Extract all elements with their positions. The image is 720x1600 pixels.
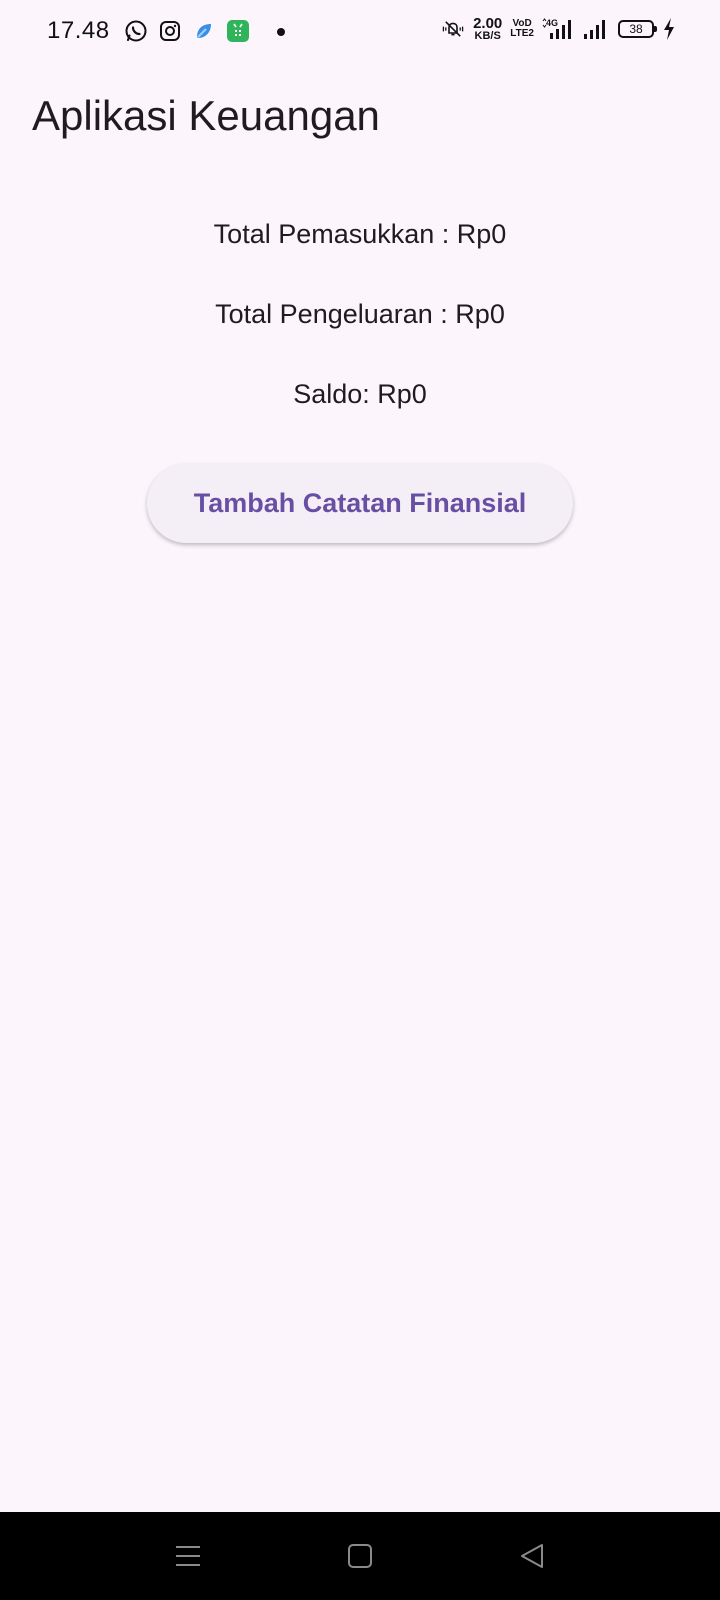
status-indicators: 2.00 KB/S VoD LTE2 4G 38	[441, 16, 676, 42]
app-blue-icon	[192, 19, 216, 43]
volte-indicator: VoD LTE2	[510, 19, 534, 39]
vibrate-mute-icon	[441, 17, 465, 41]
volte-bottom: LTE2	[510, 28, 534, 39]
screen: 17.48 2.00 KB/S VoD LTE2 4G 38 Aplikasi …	[0, 0, 720, 1600]
battery-icon: 38	[618, 20, 657, 38]
home-button[interactable]	[344, 1540, 376, 1572]
status-bar: 17.48 2.00 KB/S VoD LTE2 4G 38	[0, 0, 720, 64]
balance-text: Saldo: Rp0	[293, 379, 427, 409]
notification-icons	[124, 19, 250, 43]
status-time: 17.48	[47, 17, 110, 44]
more-notifications-dot	[277, 28, 285, 36]
network-speed-unit: KB/S	[474, 30, 501, 42]
app-green-icon	[226, 19, 250, 43]
add-financial-record-button[interactable]: Tambah Catatan Finansial	[147, 464, 573, 543]
charging-icon	[662, 17, 676, 41]
back-button[interactable]	[516, 1540, 548, 1572]
network-type-text: 4G	[546, 18, 558, 28]
network-speed-value: 2.00	[473, 15, 503, 32]
system-nav-bar	[0, 1512, 720, 1600]
total-expense-text: Total Pengeluaran : Rp0	[215, 299, 505, 329]
menu-icon	[176, 1546, 200, 1566]
total-income-text: Total Pemasukkan : Rp0	[213, 219, 507, 249]
signal-icon	[582, 17, 610, 41]
network-speed: 2.00 KB/S	[473, 16, 502, 42]
signal-4g-icon: 4G	[542, 17, 574, 41]
back-triangle-icon	[521, 1544, 543, 1568]
instagram-icon	[158, 19, 182, 43]
square-icon	[348, 1544, 372, 1568]
page-title: Aplikasi Keuangan	[32, 92, 380, 139]
whatsapp-icon	[124, 19, 148, 43]
recent-apps-button[interactable]	[172, 1540, 204, 1572]
